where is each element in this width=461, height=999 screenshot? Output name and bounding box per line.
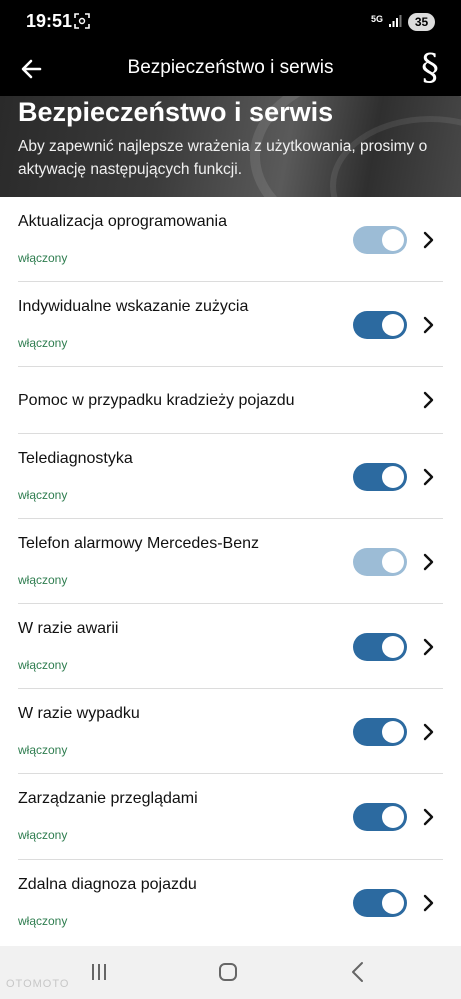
toggle-knob — [382, 806, 404, 828]
screenshot-icon — [74, 13, 90, 29]
settings-row[interactable]: Telediagnostyka włączony — [0, 434, 461, 519]
settings-row-label: Zdalna diagnoza pojazdu — [18, 876, 197, 893]
chevron-right-icon[interactable] — [421, 391, 435, 409]
settings-row[interactable]: Indywidualne wskazanie zużycia włączony — [0, 282, 461, 367]
settings-row-label: Aktualizacja oprogramowania — [18, 213, 227, 230]
system-nav-bar — [0, 946, 461, 999]
toggle-knob — [382, 892, 404, 914]
network-type: 5G — [371, 14, 384, 24]
app-bar: Bezpieczeństwo i serwis § — [0, 44, 461, 96]
toggle-knob — [382, 721, 404, 743]
toggle-knob — [382, 314, 404, 336]
settings-row-label: Pomoc w przypadku kradzieży pojazdu — [18, 392, 295, 409]
settings-row-status: włączony — [18, 336, 68, 350]
toggle-knob — [382, 551, 404, 573]
recent-apps-icon[interactable] — [89, 962, 109, 982]
settings-row-status: włączony — [18, 828, 68, 842]
settings-toggle[interactable] — [353, 889, 407, 917]
settings-toggle[interactable] — [353, 226, 407, 254]
chevron-right-icon[interactable] — [421, 808, 435, 826]
settings-row-status: włączony — [18, 488, 68, 502]
watermark: OTOMOTO — [6, 978, 70, 990]
settings-toggle[interactable] — [353, 633, 407, 661]
status-bar: 19:51 5G 35 — [0, 0, 461, 44]
app-bar-title: Bezpieczeństwo i serwis — [127, 57, 334, 78]
settings-row[interactable]: Zarządzanie przeglądami włączony — [0, 774, 461, 860]
settings-row-status: włączony — [18, 743, 68, 757]
page-description: Aby zapewnić najlepsze wrażenia z użytko… — [18, 138, 428, 178]
settings-row-label: Indywidualne wskazanie zużycia — [18, 298, 249, 315]
chevron-right-icon[interactable] — [421, 468, 435, 486]
settings-row-label: W razie awarii — [18, 620, 119, 637]
chevron-right-icon[interactable] — [421, 553, 435, 571]
settings-row[interactable]: W razie wypadku włączony — [0, 689, 461, 774]
back-arrow-icon[interactable] — [18, 55, 46, 83]
settings-row-status: włączony — [18, 573, 68, 587]
chevron-right-icon[interactable] — [421, 723, 435, 741]
settings-row-status: włączony — [18, 251, 68, 265]
toggle-knob — [382, 229, 404, 251]
settings-toggle[interactable] — [353, 548, 407, 576]
status-time: 19:51 — [26, 11, 73, 31]
settings-toggle[interactable] — [353, 463, 407, 491]
settings-row[interactable]: W razie awarii włączony — [0, 604, 461, 689]
home-icon[interactable] — [218, 962, 238, 982]
hero-banner: Bezpieczeństwo i serwis Aby zapewnić naj… — [0, 96, 461, 197]
settings-row-label: Telediagnostyka — [18, 450, 133, 467]
system-back-icon[interactable] — [348, 961, 368, 983]
settings-row[interactable]: Telefon alarmowy Mercedes-Benz włączony — [0, 519, 461, 604]
signal-icon — [389, 15, 402, 27]
chevron-right-icon[interactable] — [421, 894, 435, 912]
settings-row[interactable]: Pomoc w przypadku kradzieży pojazdu — [0, 367, 461, 434]
legal-section-icon[interactable]: § — [414, 48, 446, 90]
settings-list: Aktualizacja oprogramowania włączony Indyw… — [0, 197, 461, 945]
settings-row-label: Zarządzanie przeglądami — [18, 790, 198, 807]
settings-toggle[interactable] — [353, 803, 407, 831]
chevron-right-icon[interactable] — [421, 231, 435, 249]
settings-row-status: włączony — [18, 914, 68, 928]
settings-row-label: W razie wypadku — [18, 705, 140, 722]
toggle-knob — [382, 636, 404, 658]
settings-toggle[interactable] — [353, 718, 407, 746]
chevron-right-icon[interactable] — [421, 316, 435, 334]
settings-row-status: włączony — [18, 658, 68, 672]
battery-indicator: 35 — [408, 13, 435, 31]
toggle-knob — [382, 466, 404, 488]
settings-row[interactable]: Aktualizacja oprogramowania włączony — [0, 197, 461, 282]
page-title: Bezpieczeństwo i serwis — [18, 97, 334, 127]
settings-toggle[interactable] — [353, 311, 407, 339]
chevron-right-icon[interactable] — [421, 638, 435, 656]
settings-row-label: Telefon alarmowy Mercedes-Benz — [18, 535, 259, 552]
settings-row[interactable]: Zdalna diagnoza pojazdu włączony — [0, 860, 461, 945]
